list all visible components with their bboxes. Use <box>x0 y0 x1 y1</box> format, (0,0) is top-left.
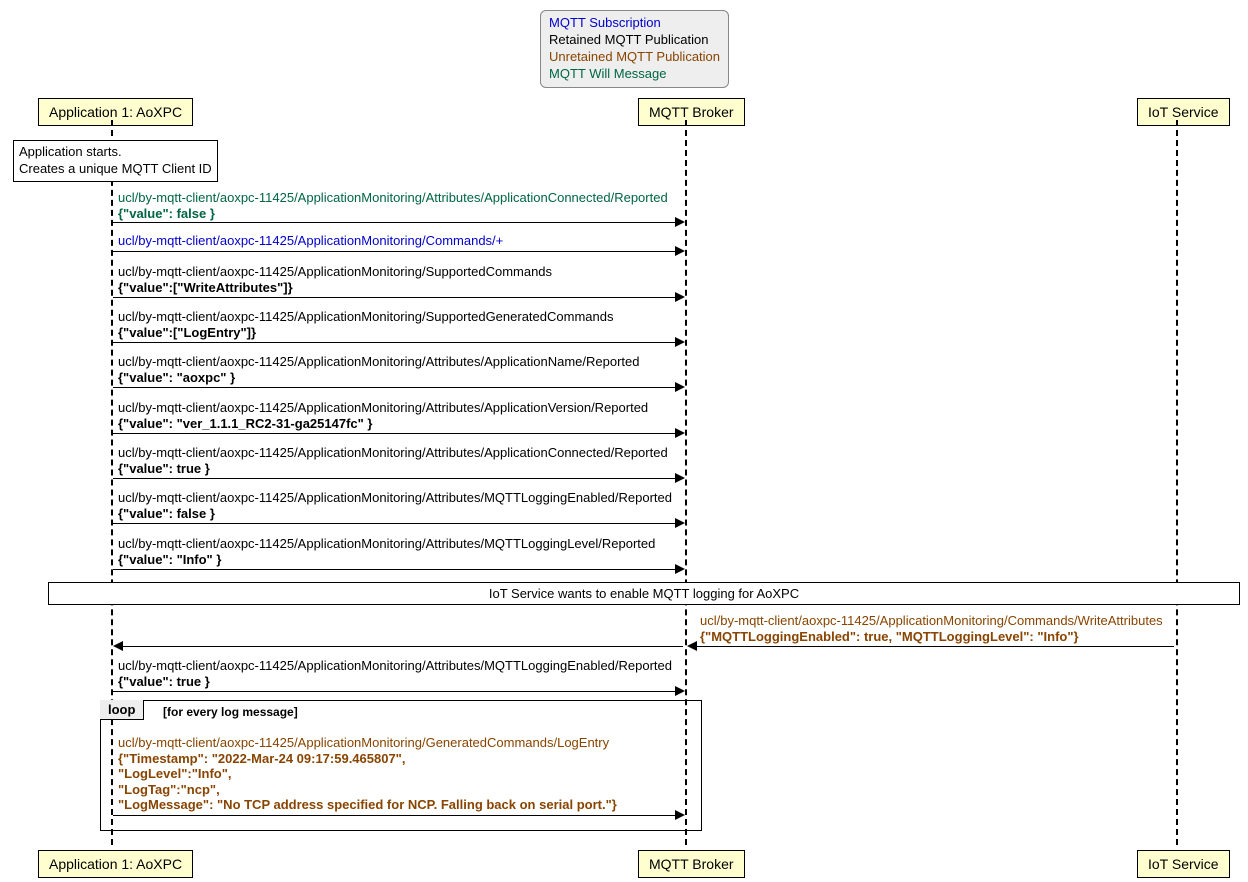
note-line1: Application starts. <box>19 144 122 159</box>
msg-log-entry: ucl/by-mqtt-client/aoxpc-11425/Applicati… <box>118 735 617 813</box>
arrowhead-m4 <box>675 337 685 347</box>
loop-tag: loop <box>100 700 144 720</box>
msg-write-attributes: ucl/by-mqtt-client/aoxpc-11425/Applicati… <box>700 613 1163 644</box>
msg-app-name: ucl/by-mqtt-client/aoxpc-11425/Applicati… <box>118 354 639 385</box>
arrow-m11 <box>113 691 675 692</box>
legend-will: MQTT Will Message <box>549 66 720 83</box>
arrowhead-m2 <box>675 246 685 256</box>
msg-supported-gen-commands: ucl/by-mqtt-client/aoxpc-11425/Applicati… <box>118 309 613 340</box>
note-iot-enable-logging: IoT Service wants to enable MQTT logging… <box>48 582 1240 605</box>
note-line2: Creates a unique MQTT Client ID <box>19 161 212 176</box>
participant-app-top: Application 1: AoXPC <box>38 98 193 126</box>
arrow-m9 <box>113 569 675 570</box>
arrowhead-m1 <box>675 217 685 227</box>
legend-subscription: MQTT Subscription <box>549 15 720 32</box>
participant-broker-top: MQTT Broker <box>638 98 745 126</box>
arrow-m6 <box>113 433 675 434</box>
arrow-m10a <box>697 646 1174 647</box>
arrowhead-m10a <box>687 641 697 651</box>
msg-will-connected-false: ucl/by-mqtt-client/aoxpc-11425/Applicati… <box>118 190 668 221</box>
participant-app-bottom: Application 1: AoXPC <box>38 850 193 878</box>
arrowhead-m3 <box>675 292 685 302</box>
arrowhead-m9 <box>675 564 685 574</box>
arrow-m1 <box>113 222 675 223</box>
participant-iot-bottom: IoT Service <box>1137 850 1230 878</box>
msg-logging-enabled-true: ucl/by-mqtt-client/aoxpc-11425/Applicati… <box>118 658 672 689</box>
lifeline-iot <box>1176 120 1178 845</box>
legend-unretained: Unretained MQTT Publication <box>549 49 720 66</box>
participant-iot-top: IoT Service <box>1137 98 1230 126</box>
note-app-start: Application starts. Creates a unique MQT… <box>13 140 218 182</box>
msg-connected-true: ucl/by-mqtt-client/aoxpc-11425/Applicati… <box>118 445 668 476</box>
arrow-m12 <box>113 815 675 816</box>
msg-logging-level-info: ucl/by-mqtt-client/aoxpc-11425/Applicati… <box>118 536 655 567</box>
participant-broker-bottom: MQTT Broker <box>638 850 745 878</box>
arrow-m7 <box>113 478 675 479</box>
legend-retained: Retained MQTT Publication <box>549 32 720 49</box>
legend-box: MQTT Subscription Retained MQTT Publicat… <box>540 10 729 88</box>
msg-sub-commands: ucl/by-mqtt-client/aoxpc-11425/Applicati… <box>118 233 503 249</box>
arrow-m2 <box>113 251 675 252</box>
arrowhead-m5 <box>675 382 685 392</box>
arrow-m3 <box>113 297 675 298</box>
loop-condition: [for every log message] <box>163 705 298 719</box>
arrowhead-m11 <box>675 686 685 696</box>
msg-app-version: ucl/by-mqtt-client/aoxpc-11425/Applicati… <box>118 400 648 431</box>
msg-supported-commands: ucl/by-mqtt-client/aoxpc-11425/Applicati… <box>118 264 552 295</box>
arrowhead-m12 <box>675 810 685 820</box>
arrow-m10b <box>123 646 683 647</box>
arrowhead-m6 <box>675 428 685 438</box>
arrowhead-m7 <box>675 473 685 483</box>
arrowhead-m10b <box>113 641 123 651</box>
arrow-m5 <box>113 387 675 388</box>
arrow-m8 <box>113 523 675 524</box>
arrow-m4 <box>113 342 675 343</box>
arrowhead-m8 <box>675 518 685 528</box>
msg-logging-enabled-false: ucl/by-mqtt-client/aoxpc-11425/Applicati… <box>118 490 672 521</box>
